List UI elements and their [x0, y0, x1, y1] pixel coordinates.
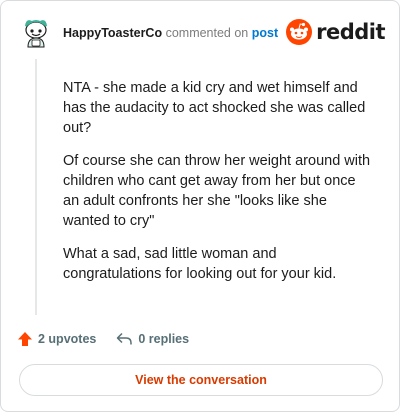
view-conversation-button[interactable]: View the conversation: [19, 364, 383, 396]
upvote-count: 2 upvotes: [38, 332, 97, 346]
comment-card: HappyToasterCo commented on post reddit …: [0, 0, 400, 412]
reddit-logo[interactable]: reddit: [286, 19, 385, 45]
thread-line: [35, 59, 37, 315]
username[interactable]: HappyToasterCo: [63, 26, 162, 40]
upvote-arrow-icon: [18, 332, 32, 346]
commented-on-label: commented on: [165, 26, 249, 40]
reply-count: 0 replies: [138, 332, 190, 346]
post-link[interactable]: post: [252, 26, 278, 40]
comment-paragraph: NTA - she made a kid cry and wet himself…: [63, 80, 366, 136]
comment-paragraph: Of course she can throw her weight aroun…: [63, 153, 371, 229]
reddit-snoo-icon: [286, 19, 313, 45]
upvote-button[interactable]: 2 upvotes: [17, 331, 96, 347]
comment-body: NTA - she made a kid cry and wet himself…: [63, 78, 373, 297]
reddit-wordmark: reddit: [316, 20, 385, 44]
reply-icon: [117, 332, 133, 345]
user-avatar[interactable]: [17, 13, 55, 51]
reply-button[interactable]: 0 replies: [116, 332, 189, 346]
comment-header: HappyToasterCo commented on post: [63, 25, 279, 41]
snoo-avatar-icon: [17, 13, 55, 51]
comment-paragraph: What a sad, sad little woman and congrat…: [63, 246, 337, 282]
comment-actions: 2 upvotes 0 replies: [17, 331, 189, 347]
